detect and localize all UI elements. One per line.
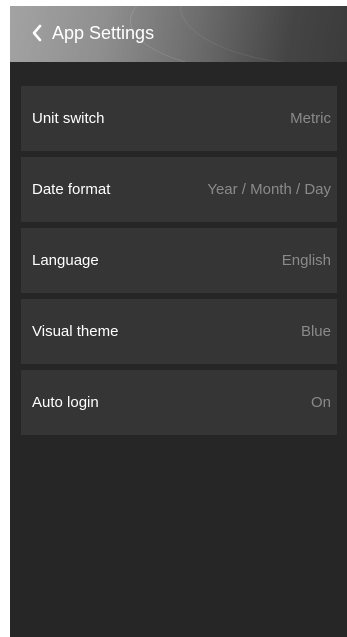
app-screen: App Settings Unit switch Metric Date for… <box>10 6 347 637</box>
setting-label: Date format <box>32 181 111 198</box>
setting-value: Blue <box>300 323 331 340</box>
page-title: App Settings <box>52 23 155 43</box>
setting-label: Unit switch <box>32 110 105 127</box>
chevron-left-icon <box>32 24 42 42</box>
setting-label: Visual theme <box>32 323 119 340</box>
setting-row-date-format[interactable]: Date format Year / Month / Day <box>21 157 337 222</box>
settings-list: Unit switch Metric Date format Year / Mo… <box>21 86 337 441</box>
setting-value: On <box>310 394 331 411</box>
setting-row-language[interactable]: Language English <box>21 228 337 293</box>
back-button[interactable] <box>28 22 46 44</box>
setting-row-unit-switch[interactable]: Unit switch Metric <box>21 86 337 151</box>
setting-value: Metric <box>290 110 331 127</box>
setting-label: Language <box>32 252 99 269</box>
app-header: App Settings <box>10 6 347 62</box>
setting-value: Year / Month / Day <box>207 181 331 198</box>
setting-row-auto-login[interactable]: Auto login On <box>21 370 337 435</box>
setting-label: Auto login <box>32 394 99 411</box>
setting-value: English <box>281 252 331 269</box>
setting-row-visual-theme[interactable]: Visual theme Blue <box>21 299 337 364</box>
